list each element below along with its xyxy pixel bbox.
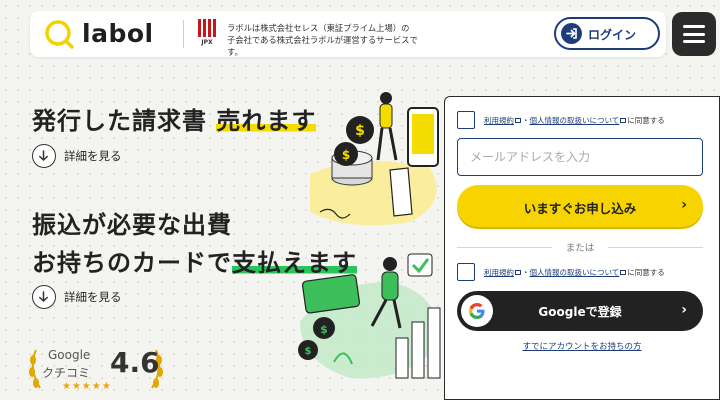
terms-agree-text: 利用規約 ・個人情報の取扱いについて に同意する <box>484 267 665 278</box>
detail-label: 詳細を見る <box>64 290 122 304</box>
hamburger-menu-button[interactable] <box>672 12 716 56</box>
hero-headline-1: 発行した請求書 売れます <box>32 101 317 136</box>
apply-now-button[interactable]: いますぐお申し込み › <box>457 185 703 227</box>
google-rating-badge: Google クチコミ 4.6 ★★★★★ <box>26 344 166 396</box>
chevron-right-icon: › <box>681 302 687 318</box>
person-figure <box>380 92 392 104</box>
corp-line-1: ラボルは株式会社セレス（東証プライム上場）の <box>227 23 410 33</box>
agree-suffix: に同意する <box>627 115 665 125</box>
terms-checkbox[interactable] <box>457 111 475 129</box>
detail-link-card[interactable]: 詳細を見る <box>32 285 122 309</box>
corp-line-2: 子会社である株式会社ラボルが運営するサービスです。 <box>227 35 418 57</box>
google-signup-button[interactable]: Googleで登録 › <box>457 291 703 331</box>
receipt-icon <box>389 167 413 217</box>
svg-text:$: $ <box>355 123 365 139</box>
svg-text:$: $ <box>342 148 350 162</box>
separator: ・ <box>522 115 530 125</box>
email-input[interactable] <box>457 138 703 176</box>
coin-stack-icon: $ $ <box>331 116 374 186</box>
hamburger-icon <box>683 25 705 28</box>
header-divider <box>183 20 184 48</box>
hamburger-bar <box>683 32 705 36</box>
login-button[interactable]: ログイン <box>554 17 660 50</box>
login-label: ログイン <box>588 28 637 42</box>
corporate-notice: ラボルは株式会社セレス（東証プライム上場）の 子会社である株式会社ラボルが運営す… <box>227 22 427 58</box>
external-link-icon <box>620 118 627 123</box>
labol-logo-icon[interactable] <box>44 19 74 49</box>
headline-3-text: お持ちのカードで <box>32 249 232 277</box>
terms-agree-row: 利用規約 ・個人情報の取扱いについて に同意する <box>457 111 665 129</box>
detail-label: 詳細を見る <box>64 149 122 163</box>
seated-person-figure <box>383 257 397 271</box>
rating-score: 4.6 <box>110 346 160 379</box>
headline-1-text: 発行した請求書 <box>32 107 217 135</box>
chevron-down-icon <box>32 285 56 309</box>
svg-text:$: $ <box>305 346 312 357</box>
jpx-label: JPX <box>201 39 213 46</box>
svg-text:$: $ <box>320 323 328 336</box>
external-link-icon <box>515 270 521 275</box>
jpx-logo: JPX <box>196 18 218 50</box>
chevron-down-icon <box>32 144 56 168</box>
terms-checkbox-google[interactable] <box>457 263 475 281</box>
hero-headline-2: 振込が必要な出費 <box>32 205 232 240</box>
terms-agree-text: 利用規約 ・個人情報の取扱いについて に同意する <box>484 115 665 126</box>
google-signup-label: Googleで登録 <box>538 305 622 319</box>
apply-label: いますぐお申し込み <box>523 201 637 216</box>
site-header: labol JPX ラボルは株式会社セレス（東証プライム上場）の 子会社である株… <box>30 11 666 57</box>
credit-card-icon <box>301 274 361 314</box>
divider-line <box>608 247 703 248</box>
separator: ・ <box>522 267 530 277</box>
login-icon <box>561 23 582 44</box>
headline-2-text: 振込が必要な出費 <box>32 211 232 239</box>
hamburger-bar <box>683 40 705 43</box>
terms-agree-row-google: 利用規約 ・個人情報の取扱いについて に同意する <box>457 263 665 281</box>
rating-label: クチコミ <box>42 366 91 380</box>
star-rating-icon: ★★★★★ <box>62 381 112 392</box>
chevron-right-icon: › <box>681 197 687 213</box>
yellow-blob <box>310 161 437 226</box>
privacy-link[interactable]: 個人情報の取扱いについて <box>530 116 620 125</box>
signup-panel: 利用規約・個人情報の取扱いについてに同意する いますぐお申し込み › または 利… <box>444 96 720 400</box>
terms-link[interactable]: 利用規約 <box>484 268 514 277</box>
or-divider: または <box>457 240 703 254</box>
logo-text[interactable]: labol <box>82 19 154 48</box>
rating-source: Google <box>48 348 91 362</box>
detail-link-invoice[interactable]: 詳細を見る <box>32 144 122 168</box>
hero-illustration: $ $ $ $ <box>298 92 441 379</box>
checkmark-icon <box>407 253 433 277</box>
terms-link[interactable]: 利用規約 <box>484 116 514 125</box>
external-link-icon <box>515 118 521 123</box>
existing-account-link[interactable]: すでにアカウントをお持ちの方 <box>445 340 719 352</box>
external-link-icon <box>620 270 627 275</box>
privacy-link[interactable]: 個人情報の取扱いについて <box>530 268 620 277</box>
agree-suffix: に同意する <box>627 267 665 277</box>
